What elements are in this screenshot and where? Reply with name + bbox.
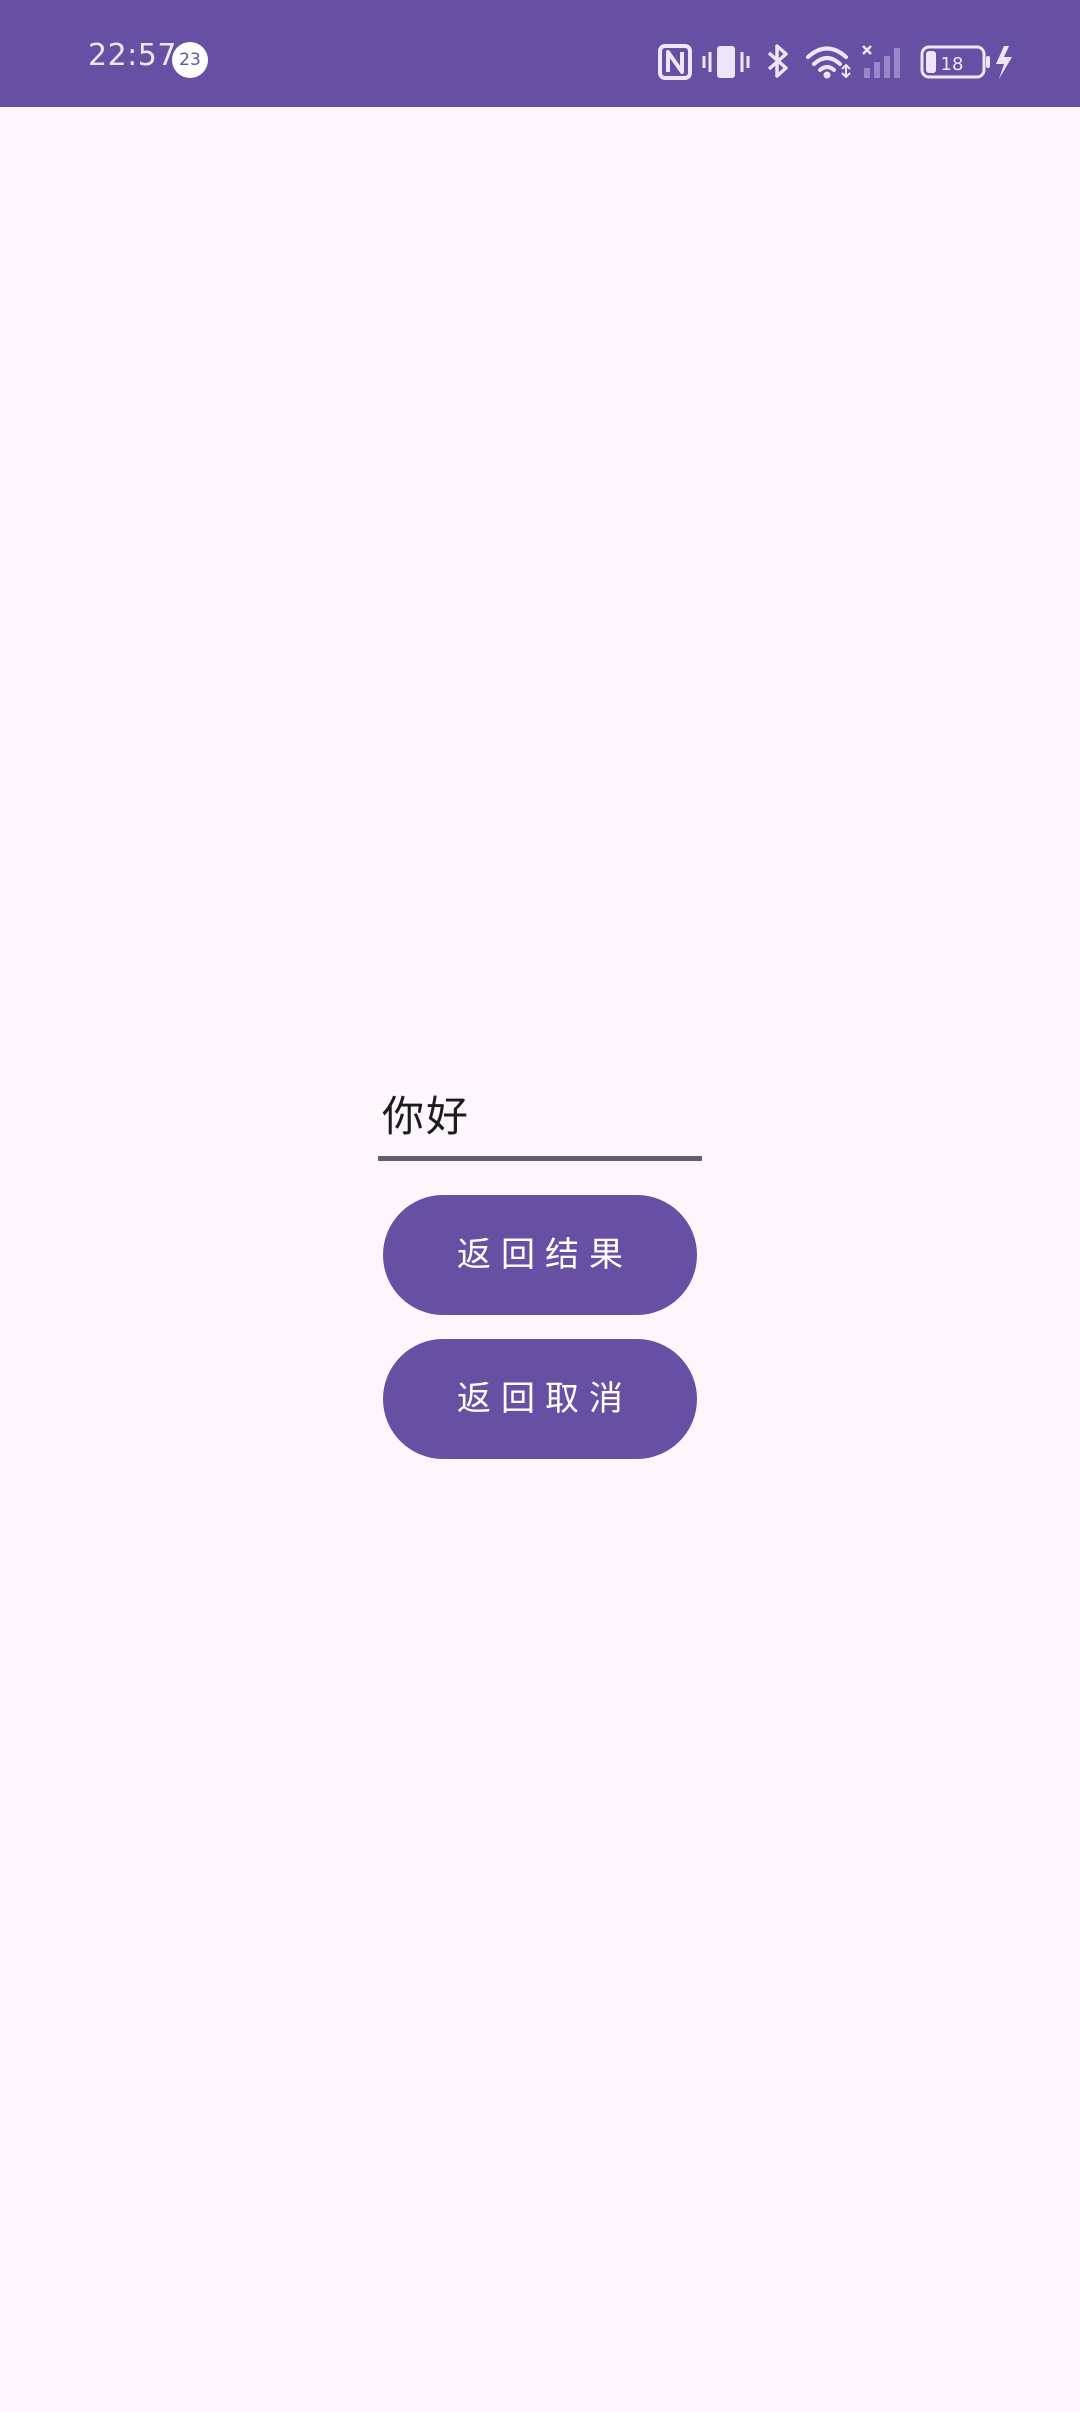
wifi-icon xyxy=(806,46,851,79)
return-result-button[interactable]: 返回结果 xyxy=(383,1195,697,1315)
battery-icon: 18 xyxy=(920,45,990,79)
charging-icon xyxy=(996,46,1012,79)
status-icons: 18 xyxy=(658,44,1012,80)
return-cancel-button[interactable]: 返回取消 xyxy=(383,1339,697,1459)
battery-level-text: 18 xyxy=(941,54,964,75)
nfc-icon xyxy=(658,44,692,80)
status-bar: 22:57 23 18 xyxy=(0,0,1080,107)
text-input-field[interactable]: 你好 xyxy=(378,1075,702,1161)
vibrate-icon xyxy=(702,46,750,78)
bluetooth-icon xyxy=(767,44,788,78)
signal-no-service-icon xyxy=(862,45,900,78)
text-input-value: 你好 xyxy=(382,1092,471,1141)
app-screen: 22:57 23 18 你好 返回结果 返回取消 xyxy=(0,0,1080,2412)
text-input-underline xyxy=(378,1156,702,1161)
